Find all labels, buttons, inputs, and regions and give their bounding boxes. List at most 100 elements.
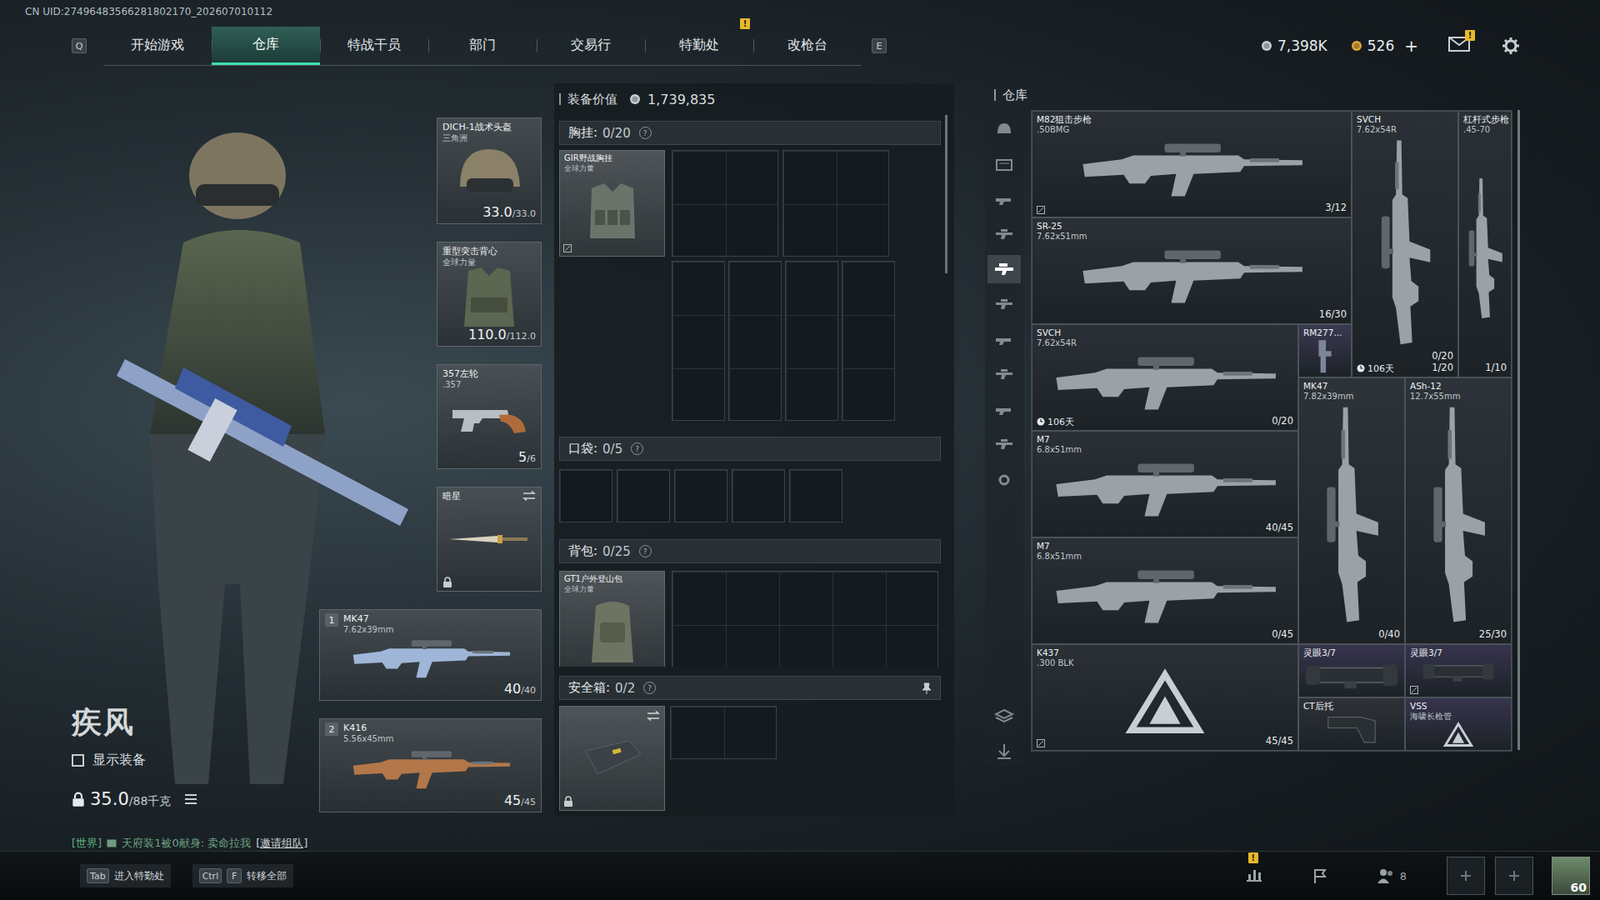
pin-icon[interactable]	[921, 682, 932, 695]
nav-tab[interactable]: 特勤处!	[645, 26, 754, 65]
backpack-item[interactable]: GT1户外登山包全球力量	[559, 570, 665, 667]
category-icon[interactable]	[993, 295, 1015, 314]
plus-icon[interactable]	[1459, 869, 1473, 883]
plus-icon[interactable]	[1495, 856, 1534, 895]
pocket-slot[interactable]	[731, 469, 785, 523]
warehouse-item[interactable]: SVCH7.62x54R106天0/20	[1031, 324, 1299, 431]
melee-slot[interactable]: 暗星	[436, 486, 542, 592]
slot-block[interactable]	[728, 260, 782, 421]
category-icon[interactable]	[987, 736, 1021, 765]
swap-icon[interactable]	[522, 490, 536, 501]
category-icon[interactable]	[993, 190, 1015, 209]
list-icon[interactable]	[184, 793, 198, 805]
category-icon[interactable]	[987, 701, 1021, 730]
nav-tab[interactable]: 开始游戏	[103, 26, 212, 65]
item-count: 0/20	[1431, 350, 1454, 363]
slot-block[interactable]	[785, 260, 839, 421]
pin-icon[interactable]	[921, 682, 932, 695]
backpack-grid[interactable]	[671, 570, 939, 667]
warehouse-item[interactable]: M82狙击步枪.50BMG3/12	[1031, 110, 1352, 218]
category-icon[interactable]	[993, 741, 1015, 760]
plus-icon[interactable]	[1446, 856, 1485, 895]
warehouse-item[interactable]: M76.8x51mm40/45	[1031, 430, 1299, 538]
armor-slot[interactable]: 重型突击背心全球力量110.0/112.0	[436, 241, 542, 347]
slot-block[interactable]	[671, 260, 725, 421]
nav-tab[interactable]: 部门	[428, 26, 537, 65]
category-icon[interactable]	[993, 330, 1015, 349]
invite-link[interactable]: [邀请组队]	[255, 835, 308, 851]
friends-button[interactable]: 8	[1376, 867, 1407, 885]
category-icon[interactable]	[987, 325, 1021, 354]
category-icon[interactable]	[987, 395, 1021, 424]
chest-item[interactable]: GIR野战胸挂全球力量	[559, 150, 665, 257]
nav-tab[interactable]: 仓库	[211, 26, 320, 65]
nav-tab[interactable]: 特战干员	[320, 26, 429, 65]
slot-block[interactable]	[841, 260, 895, 421]
category-icon[interactable]	[987, 290, 1021, 319]
category-icon[interactable]	[993, 365, 1015, 384]
flag-icon[interactable]	[1311, 867, 1329, 885]
category-icon[interactable]	[987, 185, 1021, 214]
category-icon[interactable]	[987, 255, 1021, 284]
category-icon[interactable]	[993, 435, 1015, 454]
plus-icon[interactable]	[1507, 869, 1521, 883]
add-bonds-button[interactable]: +	[1404, 35, 1419, 56]
nav-tab[interactable]: 交易行	[536, 26, 645, 65]
swap-icon[interactable]	[522, 490, 536, 501]
category-icon[interactable]	[993, 225, 1015, 244]
warehouse-item[interactable]: 灵眼3/7	[1298, 644, 1405, 698]
clock-icon	[1036, 417, 1045, 426]
category-icon[interactable]	[987, 360, 1021, 389]
category-icon[interactable]	[993, 260, 1015, 279]
swap-icon[interactable]	[646, 710, 660, 721]
key-hint[interactable]: CtrlF转移全部	[192, 864, 295, 888]
key-hint[interactable]: Tab进入特勤处	[80, 864, 171, 888]
warehouse-item[interactable]: VSS海啸长枪管	[1405, 697, 1512, 751]
checkbox[interactable]	[71, 754, 85, 767]
category-icon[interactable]	[993, 470, 1015, 489]
flag-icon[interactable]	[1311, 867, 1329, 885]
warehouse-item[interactable]: K437.300 BLK45/45	[1031, 644, 1299, 751]
safe-slots[interactable]	[670, 705, 777, 760]
warehouse-item[interactable]: M76.8x51mm0/45	[1031, 537, 1299, 645]
pocket-slot[interactable]	[789, 469, 843, 523]
category-icon[interactable]	[987, 115, 1021, 144]
warehouse-item[interactable]: SR-257.62x51mm16/30	[1031, 217, 1352, 325]
player-avatar[interactable]: 60	[1551, 856, 1590, 895]
pocket-slot[interactable]	[674, 469, 728, 523]
show-equipment-toggle[interactable]: 显示装备	[71, 751, 320, 770]
warehouse-item[interactable]: ASh-1212.7x55mm25/30	[1405, 377, 1512, 645]
category-icon[interactable]	[993, 155, 1015, 174]
warehouse-item[interactable]: 灵眼3/7	[1405, 644, 1512, 698]
category-icon[interactable]	[987, 465, 1021, 494]
swap-icon[interactable]	[646, 710, 660, 721]
pocket-slot[interactable]	[616, 469, 670, 523]
slot-block[interactable]	[671, 150, 779, 257]
warehouse-item[interactable]: 杠杆式步枪.45-701/10	[1458, 110, 1512, 378]
category-icon[interactable]	[987, 430, 1021, 459]
warehouse-item[interactable]: MK477.82x39mm0/40	[1298, 377, 1405, 645]
warehouse-item[interactable]: RM277...	[1298, 324, 1352, 378]
category-icon[interactable]	[993, 120, 1015, 139]
gear-icon[interactable]	[1501, 36, 1520, 55]
pistol-slot[interactable]: 357左轮.3575/6	[436, 364, 542, 470]
category-icon[interactable]	[993, 706, 1015, 725]
scrollbar[interactable]	[1517, 110, 1520, 750]
pocket-slot[interactable]	[559, 469, 613, 523]
category-icon[interactable]	[993, 400, 1015, 419]
nav-tab[interactable]: 改枪台	[753, 26, 862, 65]
list-icon[interactable]	[184, 793, 198, 805]
warehouse-item[interactable]: SVCH7.62x54R106天0/201/20	[1351, 110, 1459, 378]
gear-icon[interactable]	[1501, 36, 1520, 55]
scrollbar[interactable]	[945, 115, 948, 274]
slot-block[interactable]	[782, 150, 890, 257]
weapon-slot[interactable]: 2K4165.56x45mm45/45	[319, 718, 542, 813]
stats-button[interactable]: !	[1245, 865, 1264, 886]
safe-item[interactable]	[559, 705, 665, 811]
warehouse-item[interactable]: CT后托	[1298, 697, 1405, 751]
category-icon[interactable]	[987, 150, 1021, 179]
mail-button[interactable]: !	[1448, 36, 1470, 55]
helmet-slot[interactable]: DICH-1战术头盔三角洲33.0/33.0	[436, 117, 542, 225]
category-icon[interactable]	[987, 220, 1021, 249]
weapon-slot[interactable]: 1MK477.62x39mm40/40	[319, 609, 542, 701]
